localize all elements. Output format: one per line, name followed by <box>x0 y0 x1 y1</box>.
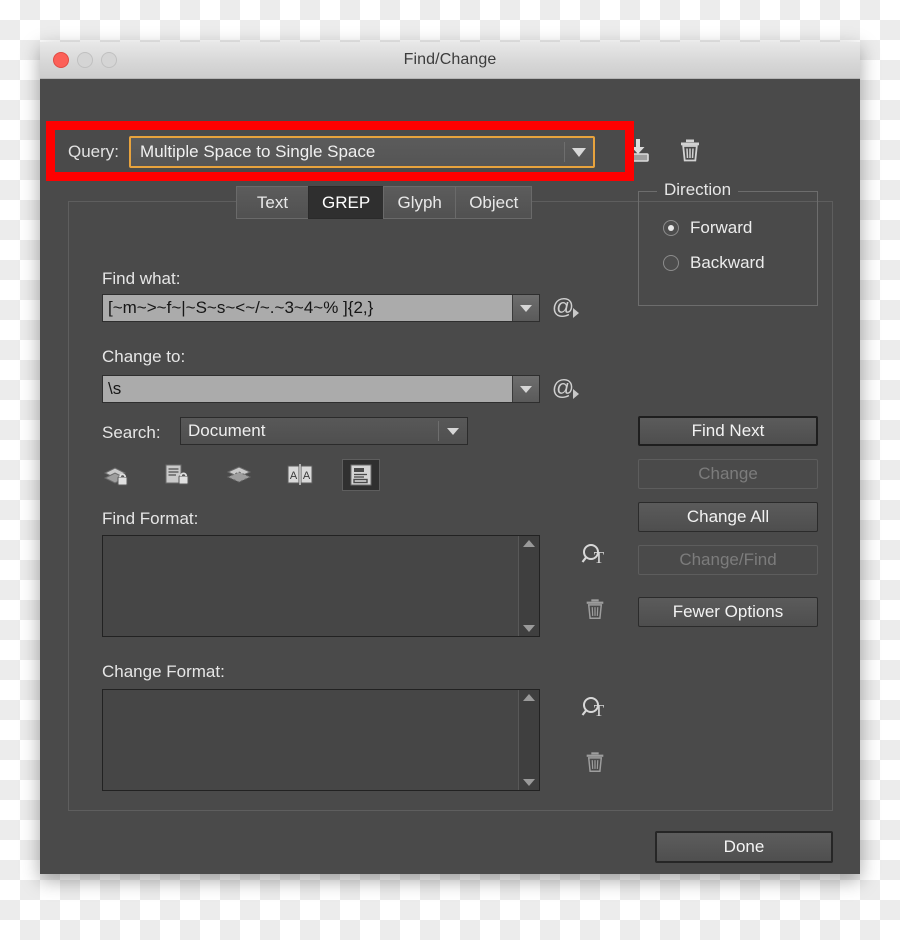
search-dropdown-arrow[interactable] <box>439 418 467 444</box>
svg-text:A: A <box>290 470 298 482</box>
include-locked-stories-button[interactable] <box>159 459 197 491</box>
include-locked-stories-icon <box>165 464 189 485</box>
window-controls <box>53 52 117 68</box>
query-dropdown[interactable]: Multiple Space to Single Space <box>129 136 596 168</box>
chevron-down-icon <box>520 385 532 393</box>
scroll-up-icon[interactable] <box>523 540 535 547</box>
query-actions <box>625 137 703 168</box>
find-what-dropdown-arrow[interactable] <box>512 295 539 321</box>
find-format-specify-button[interactable]: T <box>580 541 610 576</box>
save-query-icon <box>627 138 649 162</box>
specify-attributes-to-find-icon: T <box>581 544 605 567</box>
find-format-value <box>103 536 518 636</box>
delete-query-button[interactable] <box>677 137 703 168</box>
at-sign-icon: @ <box>551 294 575 319</box>
change-format-clear-button[interactable] <box>583 750 607 779</box>
scroll-down-icon[interactable] <box>523 625 535 632</box>
query-dropdown-arrow[interactable] <box>565 138 593 166</box>
tab-grep[interactable]: GREP <box>308 186 384 219</box>
scroll-up-icon[interactable] <box>523 694 535 701</box>
include-hidden-layers-button[interactable] <box>220 459 258 491</box>
search-scope-dropdown[interactable]: Document <box>180 417 468 445</box>
include-locked-layers-button[interactable] <box>98 459 136 491</box>
find-what-label: Find what: <box>102 269 181 288</box>
change-all-button[interactable]: Change All <box>638 502 818 532</box>
trash-icon <box>586 599 604 619</box>
at-sign-icon: @ <box>551 375 575 400</box>
include-locked-layers-icon <box>103 467 128 486</box>
include-master-pages-icon: A A <box>287 464 313 485</box>
dialog-body: Query: Multiple Space to Single Space Te… <box>40 79 860 874</box>
change-to-input[interactable]: \s <box>102 375 540 403</box>
search-scope-toggles: A A <box>98 459 380 491</box>
tab-glyph[interactable]: Glyph <box>383 186 456 219</box>
change-format-value <box>103 690 518 790</box>
radio-selected-dot <box>668 225 674 231</box>
tab-text[interactable]: Text <box>236 186 308 219</box>
direction-group: Direction Forward Backward <box>638 180 818 306</box>
include-footnotes-icon <box>350 464 372 486</box>
change-format-specify-button[interactable]: T <box>580 694 610 729</box>
caret-right-icon <box>573 308 579 318</box>
trash-icon <box>681 139 700 161</box>
include-master-pages-button[interactable]: A A <box>281 459 319 491</box>
change-format-scrollbar[interactable] <box>518 690 539 790</box>
change-button: Change <box>638 459 818 489</box>
find-what-input[interactable]: [~m~>~f~|~S~s~<~/~.~3~4~% ]{2,} <box>102 294 540 322</box>
tab-object[interactable]: Object <box>455 186 533 219</box>
change-format-box[interactable] <box>102 689 540 791</box>
search-label: Search: <box>102 423 161 442</box>
find-format-clear-button[interactable] <box>583 597 607 626</box>
chevron-down-icon <box>447 427 459 435</box>
direction-forward-label: Forward <box>690 218 753 237</box>
svg-text:A: A <box>303 470 311 482</box>
change-to-label: Change to: <box>102 347 186 366</box>
change-find-button: Change/Find <box>638 545 818 575</box>
include-footnotes-button[interactable] <box>342 459 380 491</box>
find-format-scrollbar[interactable] <box>518 536 539 636</box>
radio-backward[interactable] <box>663 255 679 271</box>
change-format-label: Change Format: <box>102 662 225 681</box>
scroll-down-icon[interactable] <box>523 779 535 786</box>
svg-text:T: T <box>594 548 605 567</box>
find-format-label: Find Format: <box>102 509 199 528</box>
find-next-button[interactable]: Find Next <box>638 416 818 446</box>
direction-legend: Direction <box>657 180 739 200</box>
svg-text:T: T <box>594 701 605 720</box>
query-label: Query: <box>68 142 120 161</box>
chevron-down-icon <box>572 147 587 157</box>
include-hidden-layers-icon <box>226 466 252 483</box>
window-title: Find/Change <box>403 51 497 68</box>
search-scope-value: Document <box>188 421 266 440</box>
change-to-special-chars-button[interactable]: @ <box>550 375 579 401</box>
caret-right-icon <box>573 389 579 399</box>
find-what-value: [~m~>~f~|~S~s~<~/~.~3~4~% ]{2,} <box>108 298 374 317</box>
direction-option-backward[interactable]: Backward <box>663 253 817 273</box>
direction-backward-label: Backward <box>690 253 765 272</box>
find-change-window: Find/Change Query: Multiple Space to Sin… <box>40 42 860 874</box>
query-row: Query: Multiple Space to Single Space <box>68 136 703 168</box>
minimize-window-button[interactable] <box>77 52 93 68</box>
maximize-window-button[interactable] <box>101 52 117 68</box>
find-what-special-chars-button[interactable]: @ <box>550 294 579 320</box>
trash-icon <box>586 752 604 772</box>
fewer-options-button[interactable]: Fewer Options <box>638 597 818 627</box>
change-to-value: \s <box>108 379 122 398</box>
radio-forward[interactable] <box>663 220 679 236</box>
chevron-down-icon <box>520 304 532 312</box>
tab-bar: Text GREP Glyph Object <box>236 186 533 219</box>
find-format-box[interactable] <box>102 535 540 637</box>
done-button[interactable]: Done <box>655 831 833 863</box>
save-query-button[interactable] <box>625 137 651 168</box>
query-value: Multiple Space to Single Space <box>140 142 376 161</box>
specify-attributes-to-change-icon: T <box>581 697 605 720</box>
change-to-dropdown-arrow[interactable] <box>512 376 539 402</box>
close-window-button[interactable] <box>53 52 69 68</box>
direction-option-forward[interactable]: Forward <box>663 218 817 238</box>
window-titlebar[interactable]: Find/Change <box>40 42 860 79</box>
